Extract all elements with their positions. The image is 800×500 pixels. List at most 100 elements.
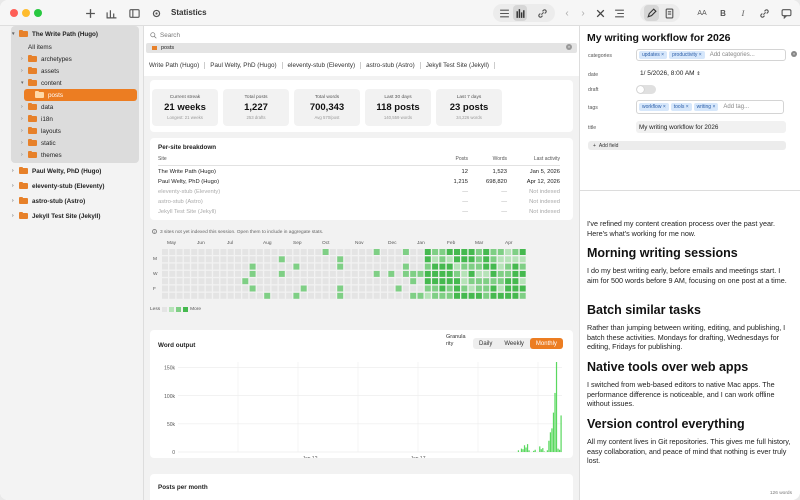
heatmap-cell[interactable] bbox=[359, 285, 366, 292]
heatmap-cell[interactable] bbox=[256, 278, 263, 285]
heatmap-cell[interactable] bbox=[512, 256, 519, 263]
heatmap-cell[interactable] bbox=[183, 256, 190, 263]
sidebar-item[interactable]: ▾ The Write Path (Hugo) bbox=[12, 28, 132, 40]
heatmap-cell[interactable] bbox=[315, 278, 322, 285]
heatmap-cell[interactable] bbox=[205, 249, 212, 255]
heatmap-cell[interactable] bbox=[512, 263, 519, 270]
heatmap-cell[interactable] bbox=[497, 256, 504, 263]
heatmap-cell[interactable] bbox=[300, 256, 307, 263]
heatmap-cell[interactable] bbox=[395, 270, 402, 277]
bold-icon[interactable]: B bbox=[717, 5, 729, 21]
heatmap-cell[interactable] bbox=[337, 249, 344, 255]
heatmap-cell[interactable] bbox=[359, 256, 366, 263]
chevron-icon[interactable]: › bbox=[21, 104, 28, 110]
heatmap-cell[interactable] bbox=[519, 278, 526, 285]
comment-icon[interactable] bbox=[779, 5, 793, 21]
heatmap-cell[interactable] bbox=[213, 285, 220, 292]
heatmap-cell[interactable] bbox=[366, 249, 373, 255]
categories-field[interactable]: updates × productivity × Add categories.… bbox=[636, 49, 786, 61]
heatmap-cell[interactable] bbox=[381, 263, 387, 270]
heatmap-cell[interactable] bbox=[373, 263, 380, 270]
heatmap-cell[interactable] bbox=[439, 263, 446, 270]
heatmap-cell[interactable] bbox=[424, 263, 431, 270]
heatmap-cell[interactable] bbox=[198, 285, 205, 292]
heatmap-cell[interactable] bbox=[169, 278, 176, 285]
heatmap-cell[interactable] bbox=[490, 256, 497, 263]
site-filter-tab[interactable]: Write Path (Hugo) bbox=[144, 61, 206, 69]
heatmap-cell[interactable] bbox=[213, 263, 220, 270]
heatmap-cell[interactable] bbox=[505, 285, 512, 292]
heatmap-cell[interactable] bbox=[344, 278, 351, 285]
heatmap-cell[interactable] bbox=[162, 256, 168, 263]
heatmap-cell[interactable] bbox=[395, 263, 402, 270]
heatmap-cell[interactable] bbox=[176, 249, 183, 255]
heatmap-cell[interactable] bbox=[417, 256, 424, 263]
pen-icon[interactable] bbox=[644, 5, 659, 21]
heatmap-cell[interactable] bbox=[220, 270, 227, 277]
chevron-icon[interactable]: › bbox=[21, 116, 28, 122]
heatmap-cell[interactable] bbox=[256, 256, 263, 263]
heatmap-cell[interactable] bbox=[446, 263, 453, 270]
heatmap-cell[interactable] bbox=[271, 292, 278, 299]
granularity-option[interactable]: Daily bbox=[473, 338, 498, 349]
heatmap-cell[interactable] bbox=[344, 263, 351, 270]
date-field[interactable]: 1/ 5/2026, 8:00 AM ⇕ bbox=[640, 70, 701, 77]
heatmap-cell[interactable] bbox=[198, 256, 205, 263]
heatmap-cell[interactable] bbox=[235, 292, 241, 299]
heatmap-cell[interactable] bbox=[162, 270, 168, 277]
heatmap-cell[interactable] bbox=[191, 278, 198, 285]
italic-icon[interactable]: I bbox=[737, 5, 749, 21]
heatmap-cell[interactable] bbox=[505, 278, 512, 285]
heatmap-cell[interactable] bbox=[308, 249, 314, 255]
stepper-icon[interactable]: ⇕ bbox=[696, 71, 700, 77]
heatmap-cell[interactable] bbox=[249, 278, 256, 285]
heatmap-cell[interactable] bbox=[475, 256, 482, 263]
table-row[interactable]: The Write Path (Hugo) 12 1,523 Jan 5, 2026 bbox=[158, 168, 560, 178]
heatmap-cell[interactable] bbox=[497, 270, 504, 277]
heatmap-cell[interactable] bbox=[235, 285, 241, 292]
heatmap-cell[interactable] bbox=[373, 249, 380, 255]
table-row[interactable]: Paul Welty, PhD (Hugo) 1,215 698,820 Apr 12… bbox=[158, 178, 560, 188]
heatmap-cell[interactable] bbox=[424, 249, 431, 255]
heatmap-cell[interactable] bbox=[373, 278, 380, 285]
heatmap-cell[interactable] bbox=[424, 278, 431, 285]
heatmap-cell[interactable] bbox=[402, 285, 409, 292]
chevron-right-icon[interactable]: › bbox=[12, 168, 19, 174]
sidebar-item[interactable]: › data bbox=[21, 101, 132, 113]
heatmap-cell[interactable] bbox=[176, 285, 183, 292]
heatmap-cell[interactable] bbox=[191, 285, 198, 292]
heatmap-cell[interactable] bbox=[432, 249, 439, 255]
site-filter-tab[interactable]: astro-stub (Astro) bbox=[361, 61, 421, 69]
heatmap-cell[interactable] bbox=[410, 285, 417, 292]
heatmap-cell[interactable] bbox=[220, 278, 227, 285]
heatmap-cell[interactable] bbox=[468, 256, 475, 263]
heatmap-cell[interactable] bbox=[286, 278, 293, 285]
heatmap-cell[interactable] bbox=[264, 270, 271, 277]
heatmap-cell[interactable] bbox=[344, 256, 351, 263]
heatmap-cell[interactable] bbox=[497, 249, 504, 255]
heatmap-cell[interactable] bbox=[256, 292, 263, 299]
heatmap-cell[interactable] bbox=[329, 270, 336, 277]
heatmap-cell[interactable] bbox=[242, 256, 249, 263]
heatmap-cell[interactable] bbox=[337, 270, 344, 277]
heatmap-cell[interactable] bbox=[359, 249, 366, 255]
heatmap-cell[interactable] bbox=[351, 270, 358, 277]
chevron-icon[interactable]: › bbox=[21, 128, 28, 134]
heatmap-cell[interactable] bbox=[410, 278, 417, 285]
search-input[interactable]: Search bbox=[150, 29, 572, 41]
heatmap-cell[interactable] bbox=[315, 256, 322, 263]
heatmap-cell[interactable] bbox=[322, 249, 329, 255]
heatmap-cell[interactable] bbox=[351, 256, 358, 263]
heatmap-cell[interactable] bbox=[519, 270, 526, 277]
heatmap-cell[interactable] bbox=[475, 249, 482, 255]
chevron-right-icon[interactable]: › bbox=[12, 198, 19, 204]
sidebar-item[interactable]: › layouts bbox=[21, 125, 132, 137]
heatmap-cell[interactable] bbox=[337, 292, 344, 299]
heatmap-cell[interactable] bbox=[337, 278, 344, 285]
heatmap-cell[interactable] bbox=[454, 278, 460, 285]
sidebar-item[interactable]: All items bbox=[21, 41, 132, 53]
zoom-window-button[interactable] bbox=[34, 9, 42, 17]
heatmap-cell[interactable] bbox=[454, 256, 460, 263]
heatmap-cell[interactable] bbox=[220, 263, 227, 270]
chevron-right-icon[interactable]: › bbox=[577, 5, 589, 21]
